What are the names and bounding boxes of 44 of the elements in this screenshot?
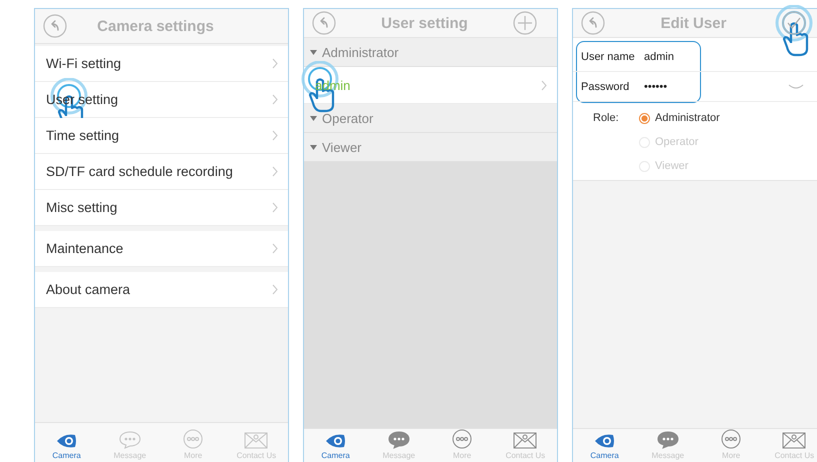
- tab[interactable]: Camera: [308, 433, 364, 460]
- back-button[interactable]: [43, 14, 67, 38]
- chevron-right-icon: [272, 58, 278, 69]
- chevron-right-icon: [272, 284, 278, 295]
- field-label: User name: [581, 50, 636, 62]
- disclosure-triangle-icon: [310, 48, 317, 56]
- chevron-right-icon: [272, 243, 278, 254]
- tab[interactable]: Camera: [576, 433, 633, 460]
- field-label: Password: [581, 80, 630, 92]
- screen-title: Edit User: [660, 14, 726, 32]
- chat-bubble-icon: [656, 431, 679, 449]
- more-icon: [183, 429, 204, 449]
- envelope-icon: [513, 432, 538, 449]
- envelope-icon: [782, 432, 806, 449]
- chevron-right-icon: [541, 80, 547, 90]
- add-button[interactable]: [513, 11, 537, 35]
- disclosure-triangle-icon: [310, 144, 317, 150]
- confirm-button[interactable]: [782, 11, 806, 35]
- role-radio-option[interactable]: Administrator: [639, 106, 720, 130]
- back-button[interactable]: [312, 11, 336, 35]
- eye-icon: [594, 433, 616, 449]
- eye-icon: [324, 433, 347, 449]
- tab[interactable]: Camera: [38, 433, 95, 460]
- back-button[interactable]: [581, 11, 605, 35]
- screen-title: Camera settings: [97, 18, 214, 34]
- menu-item[interactable]: Time setting: [35, 118, 288, 154]
- chevron-right-icon: [272, 166, 278, 177]
- input-field[interactable]: admin: [644, 50, 674, 62]
- group-header[interactable]: Administrator: [304, 38, 557, 67]
- eye-icon: [56, 433, 78, 449]
- chevron-right-icon: [272, 202, 278, 213]
- group-header[interactable]: Operator: [304, 104, 557, 133]
- envelope-icon: [244, 432, 268, 449]
- group-header[interactable]: Viewer: [304, 133, 557, 162]
- role-label: Role:: [593, 111, 620, 126]
- screen-title: User setting: [381, 14, 468, 32]
- more-icon: [452, 429, 472, 449]
- disclosure-triangle-icon: [310, 114, 317, 122]
- chevron-right-icon: [272, 130, 278, 141]
- more-icon: [721, 429, 742, 449]
- chat-bubble-icon: [388, 431, 410, 449]
- chat-bubble-icon: [118, 431, 141, 449]
- chevron-right-icon: [272, 94, 278, 105]
- input-field[interactable]: ••••••: [644, 80, 668, 92]
